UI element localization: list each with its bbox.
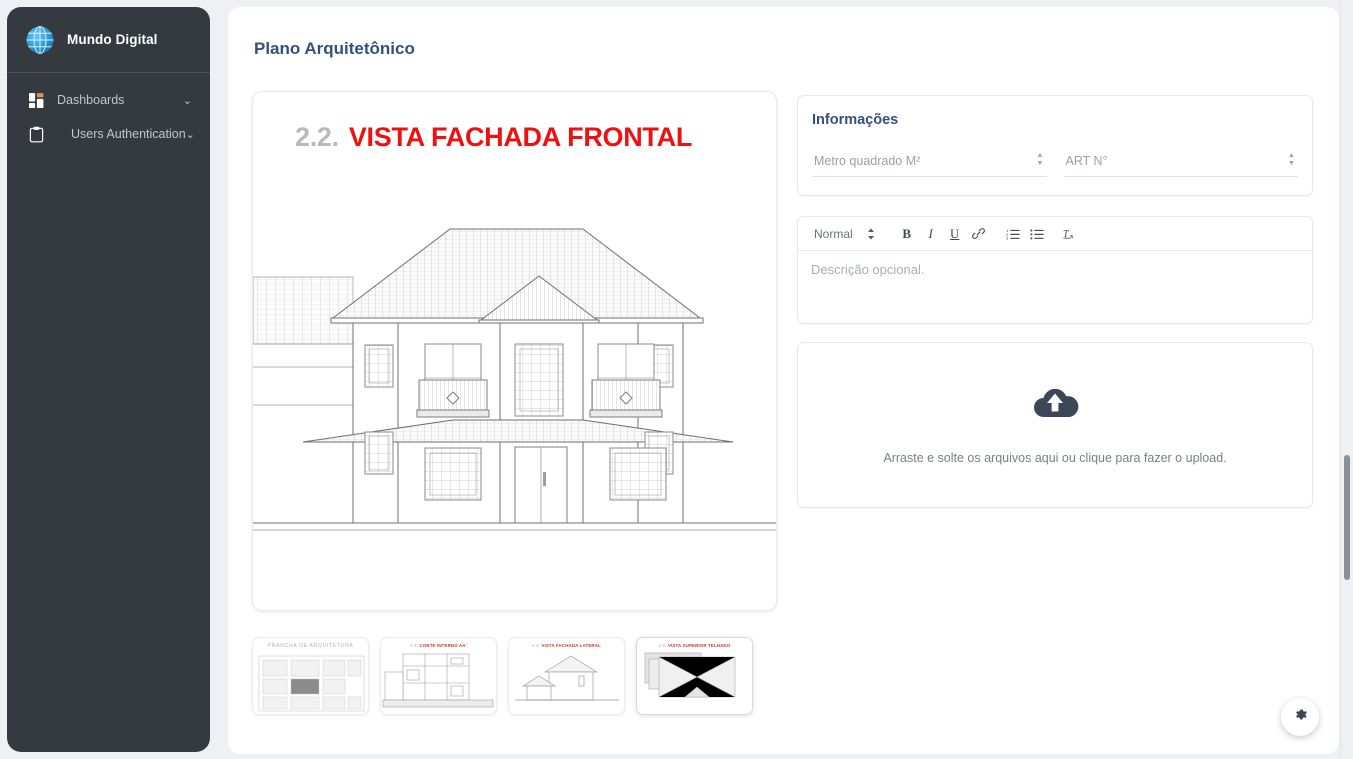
thumbnail-preview-lateral [515,655,619,701]
sidebar-item-label: Dashboards [57,93,125,107]
thumbnail-number: 2.4. [410,643,419,648]
chevron-down-icon: ▼ [1036,159,1044,167]
clear-format-icon[interactable]: T x [1059,222,1083,246]
underline-icon[interactable]: U [943,222,967,246]
dropzone-text: Arraste e solte os arquivos aqui ou cliq… [883,450,1227,465]
chevron-up-icon: ▲ [1288,151,1295,159]
thumbnail-preview-roof [644,652,736,698]
svg-text:3: 3 [1006,236,1009,240]
app-root: Mundo Digital Dashboards ⌄ Users Authent… [0,0,1353,759]
square-meters-input[interactable] [814,154,1025,168]
picker-arrows-icon [867,228,875,240]
thumbnail-number: 2.3. [532,643,541,648]
thumbnail-name: CORTE INTERNO AA' [419,643,467,648]
sidebar-item-dashboards[interactable]: Dashboards ⌄ [15,83,202,117]
link-icon[interactable] [967,222,991,246]
form-column: Informações ▲ ▼ [797,91,1313,715]
description-editor-panel: Normal B I U 1 2 3 T x Descrição opciona… [797,216,1313,324]
drawing-number: 2.2. [295,122,339,152]
page-title: Plano Arquitetônico [254,39,415,58]
chevron-down-icon: ⌄ [185,128,195,141]
bold-icon[interactable]: B [895,222,919,246]
art-number-field: ▲ ▼ [1063,148,1298,177]
thumbnail-name: VISTA SUPERIOR TELHADO [667,643,731,648]
thumbnail-preview-sheet [258,655,365,712]
thumbnail-caption: PRANCHA DE ARQUITETURA [267,643,354,649]
thumbnail-caption: 2.4. CORTE INTERNO AA' [381,643,496,648]
clipboard-icon [25,126,47,143]
sidebar-item-users-authentication[interactable]: Users Authentication ⌄ [15,117,202,151]
thumbnail-number: 2.5. [658,643,667,648]
thumbnail-item[interactable]: 2.3. VISTA FACHADA LATERAL [508,637,625,715]
sidebar: Mundo Digital Dashboards ⌄ Users Authent… [7,7,210,752]
file-dropzone[interactable]: Arraste e solte os arquivos aqui ou cliq… [797,342,1313,508]
thumbnail-item[interactable]: 2.5. VISTA SUPERIOR TELHADO [636,637,753,715]
drawing-title: 2.2. VISTA FACHADA FRONTAL [295,122,692,153]
art-number-stepper[interactable]: ▲ ▼ [1285,149,1298,169]
italic-icon[interactable]: I [919,222,943,246]
page-scrollbar[interactable] [1340,0,1353,759]
bullet-list-icon[interactable] [1025,222,1049,246]
art-number-input[interactable] [1065,154,1276,168]
square-meters-stepper[interactable]: ▲ ▼ [1034,149,1047,169]
info-fields: ▲ ▼ ▲ ▼ [812,148,1298,177]
drawing-viewer[interactable]: 2.2. VISTA FACHADA FRONTAL [252,91,777,611]
brand-title: Mundo Digital [67,32,158,47]
viewer-column: 2.2. VISTA FACHADA FRONTAL PRANCHA DE AR… [252,91,777,715]
globe-icon [25,25,55,55]
chevron-down-icon: ▼ [1288,159,1295,167]
scrollbar-thumb[interactable] [1344,455,1350,580]
format-picker-label: Normal [814,226,853,241]
info-panel: Informações ▲ ▼ [797,95,1313,196]
chevron-up-icon: ▲ [1036,151,1044,159]
thumbnail-preview-section [382,653,494,708]
drawing-name: VISTA FACHADA FRONTAL [348,122,693,152]
svg-text:x: x [1070,233,1074,240]
brand[interactable]: Mundo Digital [7,7,210,73]
description-input[interactable]: Descrição opcional. [798,251,1312,323]
content-card: Plano Arquitetônico 2.2. VISTA FACHADA FR… [228,7,1339,754]
thumbnail-item[interactable]: 2.4. CORTE INTERNO AA' [380,637,497,715]
format-picker[interactable]: Normal [806,227,885,241]
editor-toolbar: Normal B I U 1 2 3 T x [798,217,1312,251]
main-area: Plano Arquitetônico 2.2. VISTA FACHADA FR… [210,0,1353,759]
thumbnail-item[interactable]: PRANCHA DE ARQUITETURA [252,637,369,715]
content-columns: 2.2. VISTA FACHADA FRONTAL PRANCHA DE AR… [252,91,1313,715]
grid-dashboard-icon [25,92,47,108]
cloud-upload-icon [1031,386,1079,425]
thumbnail-strip: PRANCHA DE ARQUITETURA 2.4. CORTE INTERN… [252,637,777,715]
sidebar-nav: Dashboards ⌄ Users Authentication ⌄ [7,73,210,151]
thumbnail-name: VISTA FACHADA LATERAL [541,643,601,648]
gear-icon [1293,707,1308,727]
square-meters-field: ▲ ▼ [812,148,1047,177]
ordered-list-icon[interactable]: 1 2 3 [1001,222,1025,246]
house-elevation-drawing [253,228,776,531]
thumbnail-caption: 2.5. VISTA SUPERIOR TELHADO [637,643,752,648]
sidebar-item-label: Users Authentication [71,127,186,141]
info-panel-title: Informações [812,112,899,128]
chevron-down-icon: ⌄ [182,94,192,107]
settings-fab[interactable] [1281,698,1319,736]
thumbnail-caption: 2.3. VISTA FACHADA LATERAL [509,643,624,648]
